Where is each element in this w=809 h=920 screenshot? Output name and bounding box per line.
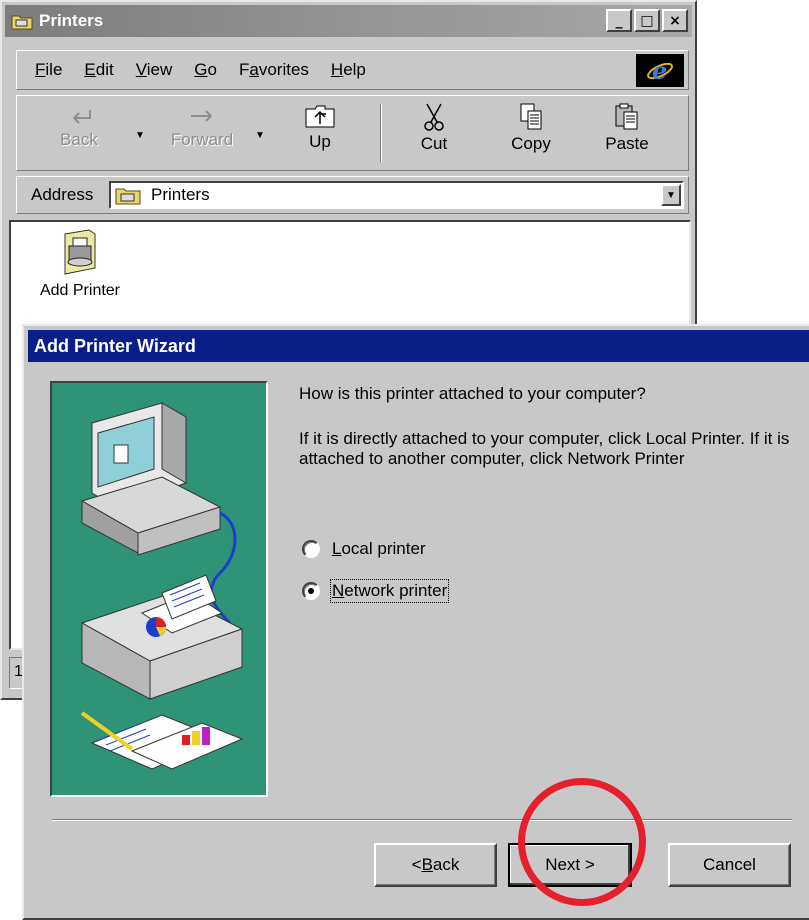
menu-bar: File Edit View Go Favorites Help e: [16, 50, 689, 90]
local-printer-label: Local printer: [332, 539, 426, 558]
maximize-button[interactable]: □: [634, 9, 660, 32]
computer-printer-illustration-icon: [80, 402, 244, 770]
toolbar-separator: [380, 104, 382, 162]
wizard-question: How is this printer attached to your com…: [299, 384, 646, 403]
add-printer-wizard-dialog: Add Printer Wizard How is this printer a…: [22, 324, 809, 920]
close-button[interactable]: ×: [662, 9, 688, 32]
printers-folder-icon: [11, 15, 33, 30]
paste-clipboard-icon: [615, 103, 638, 130]
network-printer-option[interactable]: Network printer: [302, 579, 450, 603]
forward-arrow-icon: [191, 110, 212, 122]
local-printer-option[interactable]: Local printer: [302, 539, 426, 559]
wizard-illustration: [50, 381, 268, 797]
wizard-title: Add Printer Wizard: [34, 335, 196, 356]
network-printer-label: Network printer: [329, 579, 450, 603]
printers-window-title: Printers: [39, 11, 104, 30]
up-button[interactable]: Up: [280, 100, 360, 166]
address-label: Address: [31, 185, 94, 204]
copy-icon: [520, 103, 542, 130]
copy-button[interactable]: Copy: [491, 100, 571, 166]
copy-label: Copy: [511, 134, 551, 153]
wizard-explanation: If it is directly attached to your compu…: [299, 429, 790, 468]
address-dropdown-icon[interactable]: ▼: [661, 184, 681, 206]
menu-edit[interactable]: Edit: [84, 60, 113, 80]
menu-favorites[interactable]: Favorites: [239, 60, 309, 80]
menu-file[interactable]: File: [35, 60, 62, 80]
minimize-button[interactable]: _: [606, 9, 632, 32]
wizard-title-bar[interactable]: Add Printer Wizard: [28, 330, 809, 362]
wizard-separator: [52, 819, 792, 821]
wizard-cancel-button[interactable]: Cancel: [668, 843, 791, 887]
printers-title-bar[interactable]: Printers _ □ ×: [5, 5, 692, 37]
back-arrow-icon: [73, 110, 91, 124]
radio-selected-dot: [308, 588, 314, 594]
address-value: Printers: [151, 185, 210, 204]
add-printer-item[interactable]: Add Printer: [35, 228, 125, 300]
add-printer-icon: [64, 229, 96, 275]
forward-dropdown-icon[interactable]: ▼: [255, 130, 265, 141]
printers-folder-icon: [115, 188, 141, 205]
wizard-back-button[interactable]: < Back: [374, 843, 497, 887]
menu-help[interactable]: Help: [331, 60, 366, 80]
cut-button[interactable]: Cut: [394, 100, 474, 166]
network-printer-radio[interactable]: [302, 582, 320, 600]
internet-explorer-logo-icon: e: [636, 54, 684, 87]
menu-view[interactable]: View: [136, 60, 173, 80]
scissors-icon: [424, 103, 444, 131]
forward-label: Forward: [170, 130, 234, 149]
cut-label: Cut: [420, 134, 448, 153]
back-button[interactable]: Back: [39, 100, 119, 166]
standard-toolbar: Back ▼ Forward ▼ Up Cut Copy Paste: [16, 95, 689, 171]
address-bar: Address Printers ▼: [16, 176, 689, 214]
paste-label: Paste: [605, 134, 649, 153]
local-printer-radio[interactable]: [302, 540, 320, 558]
back-dropdown-icon[interactable]: ▼: [135, 130, 145, 141]
next-button-highlight-circle: [518, 778, 646, 906]
up-folder-icon: [305, 105, 335, 128]
up-label: Up: [309, 132, 331, 151]
back-label: Back: [60, 130, 98, 149]
paste-button[interactable]: Paste: [587, 100, 667, 166]
add-printer-label: Add Printer: [39, 282, 121, 299]
svg-text:e: e: [652, 57, 667, 85]
forward-button[interactable]: Forward: [162, 100, 242, 166]
menu-go[interactable]: Go: [194, 60, 217, 80]
address-input[interactable]: Printers ▼: [109, 181, 684, 209]
